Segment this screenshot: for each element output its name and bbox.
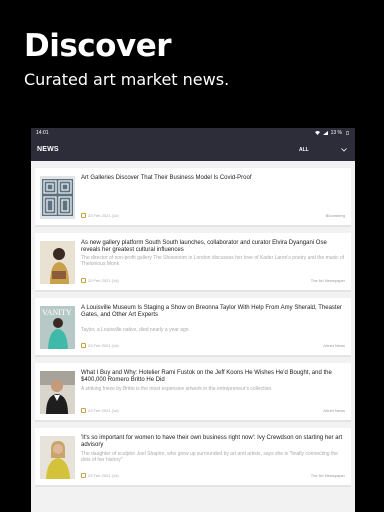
- filter-dropdown[interactable]: ALL: [299, 147, 347, 153]
- news-feed: Art Galleries Discover That Their Busine…: [31, 161, 355, 487]
- article-title: 'It's so important for women to have the…: [81, 435, 343, 449]
- calendar-icon: [81, 278, 86, 283]
- calendar-icon: [81, 213, 86, 218]
- article-thumbnail: VANITY: [40, 306, 75, 349]
- status-time: 14:01: [36, 130, 49, 136]
- article-date: 23 Feb 2021 (1d): [81, 473, 119, 478]
- article-source: Artnet News: [323, 408, 345, 413]
- article-card[interactable]: VANITY A Louisville Museum Is Staging a …: [35, 298, 351, 357]
- article-card[interactable]: 'It's so important for women to have the…: [35, 428, 351, 487]
- promo-title: Discover: [24, 28, 172, 64]
- article-title: A Louisville Museum Is Staging a Show on…: [81, 305, 342, 319]
- article-card[interactable]: What I Buy and Why: Hotelier Rami Fustok…: [35, 363, 351, 422]
- calendar-icon: [81, 343, 86, 348]
- article-source: Artnet News: [323, 343, 345, 348]
- article-source: The Art Newspaper: [310, 473, 345, 478]
- article-card[interactable]: As new gallery platform South South laun…: [35, 233, 351, 292]
- battery-level: 13 %: [330, 130, 342, 136]
- article-thumbnail: [40, 436, 75, 479]
- promo-subtitle: Curated art market news.: [24, 70, 230, 89]
- article-title: What I Buy and Why: Hotelier Rami Fustok…: [81, 370, 332, 384]
- calendar-icon: [81, 408, 86, 413]
- battery-icon: [346, 131, 349, 135]
- article-thumbnail: [40, 176, 75, 219]
- article-description: The daughter of sculptor Joel Shapiro, w…: [81, 451, 338, 463]
- article-description: A striking frieze by Britto is the most …: [81, 386, 273, 392]
- article-card[interactable]: Art Galleries Discover That Their Busine…: [35, 168, 351, 227]
- signal-icon: [322, 131, 328, 135]
- filter-value: ALL: [299, 146, 309, 153]
- article-description: Taylor, a Louisville native, died nearly…: [81, 327, 190, 333]
- article-date: 22 Feb 2021 (1d): [81, 278, 119, 283]
- article-source: The Art Newspaper: [310, 278, 345, 283]
- article-thumbnail: [40, 371, 75, 414]
- status-bar: 14:01 13 %: [31, 128, 355, 138]
- app-bar: NEWS ALL: [31, 138, 355, 161]
- article-thumbnail: [40, 241, 75, 284]
- device-screen: 14:01 13 % NEWS ALL Art Galleries Discov…: [31, 128, 355, 512]
- page-title: NEWS: [37, 146, 59, 153]
- wifi-icon: [314, 131, 320, 135]
- article-source: Bloomberg: [325, 213, 345, 218]
- article-date: 23 Feb 2021 (1d): [81, 343, 119, 348]
- svg-text:VANITY: VANITY: [42, 308, 72, 317]
- article-title: As new gallery platform South South laun…: [81, 240, 327, 254]
- article-title: Art Galleries Discover That Their Busine…: [81, 175, 252, 181]
- calendar-icon: [81, 473, 86, 478]
- article-description: The director of non-profit gallery The S…: [81, 255, 345, 267]
- chevron-down-icon: [341, 147, 347, 152]
- article-date: 23 Feb 2021 (1d): [81, 408, 119, 413]
- article-date: 23 Feb 2021 (1d): [81, 213, 119, 218]
